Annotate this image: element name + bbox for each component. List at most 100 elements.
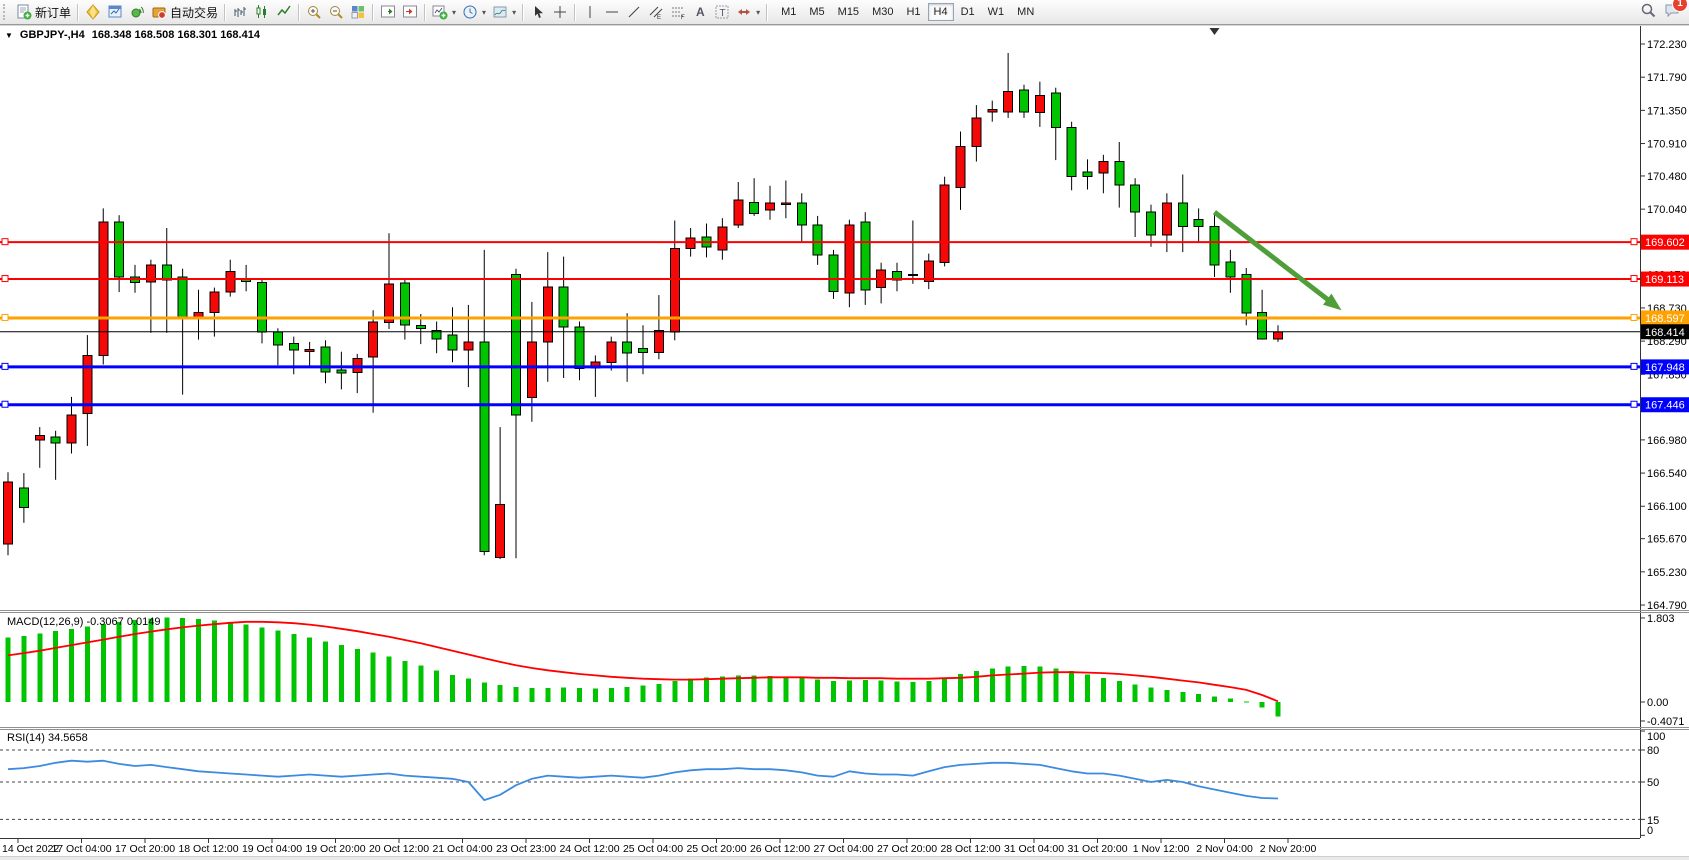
candle-body — [1226, 262, 1235, 277]
label-button[interactable]: T — [711, 2, 733, 23]
hline-handle[interactable] — [1631, 314, 1637, 320]
zoom-out-button[interactable] — [325, 2, 347, 23]
timeframe-m15[interactable]: M15 — [832, 3, 865, 21]
timeframe-m5[interactable]: M5 — [803, 3, 830, 21]
macd-bar — [783, 676, 788, 702]
market-button[interactable] — [82, 2, 104, 23]
toolbar-grip[interactable] — [3, 4, 9, 20]
signals-button[interactable] — [126, 2, 148, 23]
trendline-button[interactable] — [623, 2, 645, 23]
timeframe-w1[interactable]: W1 — [982, 3, 1011, 21]
candlestick-button[interactable] — [251, 2, 273, 23]
price-line-label-text: 168.414 — [1645, 327, 1685, 339]
svg-text:T: T — [720, 8, 726, 19]
macd-bar — [21, 636, 26, 702]
arrows-button[interactable]: ▾ — [733, 2, 763, 23]
line-chart-button[interactable] — [273, 2, 295, 23]
price-tick-label: 166.540 — [1647, 468, 1687, 480]
candle-body — [956, 147, 965, 188]
time-tick-label: 20 Oct 12:00 — [369, 843, 429, 855]
time-tick-label: 26 Oct 12:00 — [750, 843, 810, 855]
hline-handle[interactable] — [2, 239, 8, 245]
notifications-button[interactable]: 1 — [1664, 2, 1680, 23]
price-tick-label: 166.100 — [1647, 501, 1687, 513]
chart-canvas[interactable]: 172.230171.790171.350170.910170.480170.0… — [0, 0, 1689, 860]
rsi-tick-label: 50 — [1647, 777, 1659, 789]
new-order-button-label: 新订单 — [35, 4, 71, 21]
macd-bar — [815, 680, 820, 702]
hline-handle[interactable] — [1631, 363, 1637, 369]
crosshair-button[interactable] — [549, 2, 571, 23]
zoom-out-icon — [328, 4, 344, 20]
new-order-button[interactable]: 新订单 — [13, 2, 74, 23]
timeframe-m1[interactable]: M1 — [775, 3, 802, 21]
hline-handle[interactable] — [2, 363, 8, 369]
candle-body — [1051, 93, 1060, 128]
candle-body — [1242, 275, 1251, 314]
line-chart-icon — [276, 4, 292, 20]
hline-handle[interactable] — [2, 314, 8, 320]
search-button[interactable] — [1640, 2, 1656, 23]
hline-handle[interactable] — [1631, 276, 1637, 282]
rsi-tick-label: 80 — [1647, 745, 1659, 757]
charts-button[interactable] — [104, 2, 126, 23]
chart-menu-icon[interactable]: ▼ — [5, 31, 13, 40]
candle-body — [258, 282, 267, 332]
macd-bar — [1228, 699, 1233, 702]
timeframe-m30[interactable]: M30 — [866, 3, 899, 21]
tile-windows-button[interactable] — [347, 2, 369, 23]
macd-bar — [863, 680, 868, 702]
chevron-down-icon: ▾ — [482, 8, 486, 17]
candle-body — [813, 225, 822, 255]
timeframe-h1[interactable]: H1 — [900, 3, 926, 21]
candle-body — [543, 287, 552, 342]
svg-text:A: A — [696, 5, 705, 19]
zoom-in-button[interactable] — [303, 2, 325, 23]
fibonacci-button[interactable]: F — [667, 2, 689, 23]
candle-body — [575, 327, 584, 369]
time-tick-label: 25 Oct 20:00 — [686, 843, 746, 855]
hline-handle[interactable] — [1631, 401, 1637, 407]
macd-bar — [101, 624, 106, 702]
templates-button[interactable]: ▾ — [489, 2, 519, 23]
price-tick-label: 170.040 — [1647, 204, 1687, 216]
candle-body — [718, 227, 727, 250]
candle-body — [797, 203, 806, 225]
macd-bar — [1006, 667, 1011, 702]
candle-body — [194, 312, 203, 317]
text-button[interactable]: A — [689, 2, 711, 23]
hline-handle[interactable] — [2, 276, 8, 282]
channel-button[interactable]: E — [645, 2, 667, 23]
hline-handle[interactable] — [2, 401, 8, 407]
indicators-button[interactable]: ▾ — [429, 2, 459, 23]
macd-tick-label: 0.00 — [1647, 697, 1668, 709]
macd-bar — [1196, 694, 1201, 702]
candle-body — [369, 322, 378, 357]
hline-handle[interactable] — [1631, 239, 1637, 245]
macd-bar — [498, 685, 503, 702]
timeframe-d1[interactable]: D1 — [955, 3, 981, 21]
macd-bar — [1085, 675, 1090, 703]
horizontal-line-button[interactable] — [601, 2, 623, 23]
timeframe-h4[interactable]: H4 — [928, 3, 954, 21]
candle-body — [226, 272, 235, 292]
channel-icon: E — [648, 4, 664, 20]
candle-body — [988, 110, 997, 112]
time-tick-label: 31 Oct 20:00 — [1067, 843, 1127, 855]
periods-button[interactable]: ▾ — [459, 2, 489, 23]
price-line-label-text: 167.948 — [1645, 362, 1685, 374]
vertical-line-button[interactable] — [579, 2, 601, 23]
candle-body — [1210, 227, 1219, 266]
candle-body — [1131, 185, 1140, 212]
bar-chart-button[interactable] — [229, 2, 251, 23]
cursor-button[interactable] — [527, 2, 549, 23]
chart-shift-button[interactable] — [399, 2, 421, 23]
timeframe-mn[interactable]: MN — [1011, 3, 1040, 21]
auto-trading-button[interactable]: 自动交易 — [148, 2, 221, 23]
svg-text:F: F — [681, 15, 685, 20]
candle-body — [1147, 212, 1156, 235]
auto-scroll-button[interactable] — [377, 2, 399, 23]
candle-body — [1083, 172, 1092, 177]
search-icon — [1640, 2, 1656, 23]
trend-arrow[interactable] — [1215, 212, 1334, 304]
